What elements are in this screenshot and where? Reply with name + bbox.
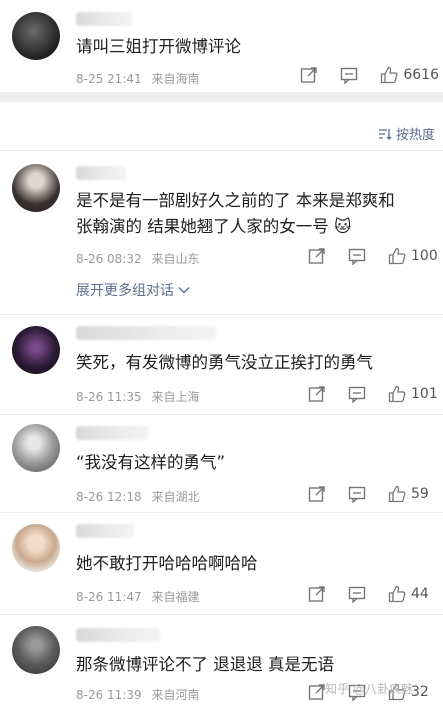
comment-location: 来自山东 <box>151 252 200 266</box>
comment-date: 8-25 21:41 <box>76 72 142 86</box>
comment-location: 来自福建 <box>151 590 200 604</box>
comment-text: 那条微博评论不了 退退退 真是无语 <box>76 655 334 674</box>
like-icon[interactable] <box>388 385 406 403</box>
comment-icon[interactable] <box>348 585 366 603</box>
like-icon[interactable] <box>388 585 406 603</box>
comment-actions: 44 <box>286 585 439 603</box>
comment-meta: 8-26 12:18 来自湖北 <box>76 488 199 505</box>
share-icon[interactable] <box>308 385 326 403</box>
expand-label: 展开更多组对话 <box>76 283 174 299</box>
comment-text: “我没有这样的勇气” <box>76 453 226 472</box>
comment-actions: 101 <box>286 385 439 403</box>
comment-text: 她不敢打开哈哈哈啊哈哈 <box>76 554 258 573</box>
comment-date: 8-26 11:39 <box>76 688 142 702</box>
divider <box>0 614 443 615</box>
comment-text: 是不是有一部剧好久之前的了 本来是郑爽和张翰演的 结果她翘了人家的女一号 🐱 <box>76 188 401 240</box>
comment-date: 8-26 12:18 <box>76 490 142 504</box>
divider <box>0 414 443 415</box>
comment-item: 是不是有一部剧好久之前的了 本来是郑爽和张翰演的 结果她翘了人家的女一号 🐱 8… <box>0 160 443 315</box>
share-icon[interactable] <box>308 485 326 503</box>
share-icon[interactable] <box>308 247 326 265</box>
comment-text: 笑死，有发微博的勇气没立正挨打的勇气 <box>76 353 373 372</box>
comment-location: 来自湖北 <box>151 490 200 504</box>
like-count: 101 <box>411 386 438 402</box>
comment-icon[interactable] <box>340 66 358 84</box>
comment-text: 请叫三姐打开微博评论 <box>76 37 241 56</box>
username-blurred[interactable] <box>76 426 148 440</box>
comment-actions: 100 <box>286 247 439 265</box>
comment-icon[interactable] <box>348 385 366 403</box>
like-count: 6616 <box>403 67 439 83</box>
divider <box>0 512 443 513</box>
comment-location: 来自上海 <box>151 390 200 404</box>
like-icon[interactable] <box>388 247 406 265</box>
sort-icon <box>378 128 392 140</box>
comment-item: 笑死，有发微博的勇气没立正挨打的勇气 8-26 11:35 来自上海 101 <box>0 322 443 412</box>
expand-replies-link[interactable]: 展开更多组对话 <box>76 280 190 300</box>
comment-meta: 8-26 11:47 来自福建 <box>76 588 199 605</box>
like-icon[interactable] <box>388 485 406 503</box>
divider <box>0 150 443 151</box>
comment-location: 来自河南 <box>151 688 200 702</box>
like-count: 100 <box>411 248 438 264</box>
cat-emoji: 🐱 <box>334 217 352 236</box>
comment-item: “我没有这样的勇气” 8-26 12:18 来自湖北 59 <box>0 420 443 510</box>
comment-location: 来自海南 <box>151 72 200 86</box>
comment-date: 8-26 08:32 <box>76 252 142 266</box>
username-blurred[interactable] <box>76 524 134 538</box>
chevron-down-icon <box>178 286 190 294</box>
divider <box>0 314 443 315</box>
comment-icon[interactable] <box>348 247 366 265</box>
comment-icon[interactable] <box>348 485 366 503</box>
avatar[interactable] <box>12 12 60 60</box>
avatar[interactable] <box>12 626 60 674</box>
share-icon[interactable] <box>300 66 318 84</box>
like-icon[interactable] <box>380 66 398 84</box>
avatar[interactable] <box>12 326 60 374</box>
sort-label: 按热度 <box>395 128 435 143</box>
like-count: 59 <box>411 486 429 502</box>
avatar[interactable] <box>12 524 60 572</box>
comment-meta: 8-26 11:39 来自河南 <box>76 686 199 703</box>
comment-meta: 8-25 21:41 来自海南 <box>76 70 199 87</box>
like-count: 44 <box>411 586 429 602</box>
comment-meta: 8-26 08:32 来自山东 <box>76 250 199 267</box>
comment-date: 8-26 11:47 <box>76 590 142 604</box>
watermark: 知乎 @八卦疯魅 <box>325 682 413 696</box>
username-blurred[interactable] <box>76 326 216 340</box>
avatar[interactable] <box>12 164 60 212</box>
comment-actions: 6616 <box>278 66 439 84</box>
comment-item: 她不敢打开哈哈哈啊哈哈 8-26 11:47 来自福建 44 <box>0 518 443 610</box>
comment-meta: 8-26 11:35 来自上海 <box>76 388 199 405</box>
like-count: 32 <box>411 684 429 700</box>
share-icon[interactable] <box>308 585 326 603</box>
top-comment: 请叫三姐打开微博评论 8-25 21:41 来自海南 6616 <box>0 0 443 92</box>
username-blurred[interactable] <box>76 166 126 180</box>
username-blurred[interactable] <box>76 12 132 26</box>
comment-date: 8-26 11:35 <box>76 390 142 404</box>
section-separator <box>0 92 443 102</box>
comment-actions: 59 <box>286 485 439 503</box>
username-blurred[interactable] <box>76 628 160 642</box>
share-icon[interactable] <box>308 683 326 701</box>
avatar[interactable] <box>12 424 60 472</box>
sort-toggle[interactable]: 按热度 <box>378 124 435 143</box>
